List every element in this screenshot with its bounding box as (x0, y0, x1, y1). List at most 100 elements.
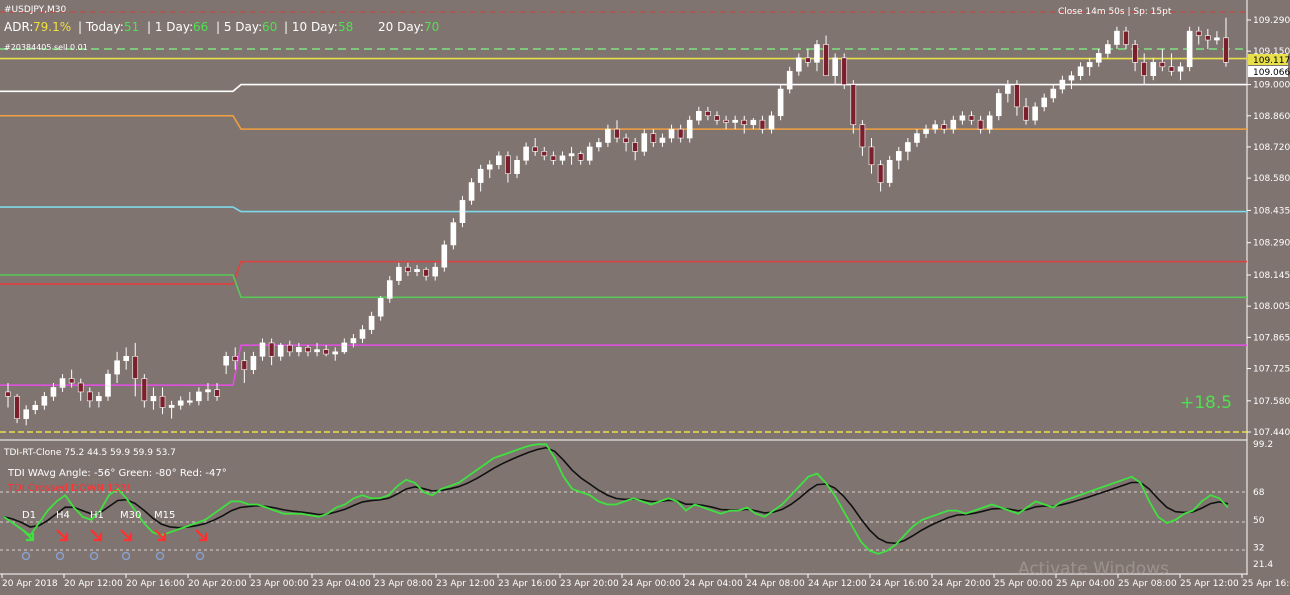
candle-up (1077, 66, 1084, 76)
candle-down (650, 133, 657, 143)
candle-up (350, 338, 357, 344)
candle-down (532, 146, 538, 152)
candle-down (14, 396, 20, 419)
tdi-tick-label: 32 (1253, 544, 1264, 554)
candle-up (341, 342, 348, 353)
timeframe-label: H4 (56, 510, 70, 521)
timeframe-label: M30 (120, 510, 141, 521)
candle-up (223, 355, 229, 366)
candle-up (914, 133, 920, 143)
time-label: 25 Apr 04:00 (1056, 579, 1115, 589)
candle-up (368, 315, 375, 330)
candle-up (314, 349, 320, 353)
candle-up (732, 119, 738, 123)
candle-up (277, 344, 284, 357)
tdi-title: TDI-RT-Clone 75.2 44.5 59.9 59.9 53.7 (3, 448, 176, 458)
candle-down (286, 344, 293, 353)
timeframe-label: H1 (90, 510, 104, 521)
candle-down (577, 153, 584, 161)
candle-down (1168, 66, 1175, 72)
candle-up (1177, 66, 1184, 72)
tdi-tick-label: 21.4 (1253, 560, 1273, 570)
candle-down (941, 124, 948, 130)
candle-up (496, 155, 502, 166)
candle-up (923, 128, 929, 134)
candle-up (696, 111, 702, 121)
time-label: 23 Apr 20:00 (560, 579, 619, 589)
time-label: 25 Apr 08:00 (1118, 579, 1177, 589)
candle-down (132, 355, 139, 379)
candle-up (59, 378, 66, 388)
candle-up (259, 342, 266, 357)
price-tick-label: 108.860 (1253, 112, 1290, 122)
day20-label: 20 Day: (378, 20, 424, 34)
time-label: 23 Apr 04:00 (312, 579, 371, 589)
time-label: 23 Apr 16:00 (498, 579, 557, 589)
candle-up (814, 44, 820, 63)
candle-up (668, 128, 675, 139)
day1-label: | 1 Day: (147, 20, 193, 34)
candle-down (405, 266, 411, 272)
candle-up (659, 137, 666, 143)
tdi-tick-label: 68 (1253, 488, 1265, 498)
candle-down (77, 382, 84, 393)
candle-down (741, 119, 748, 125)
candle-up (205, 389, 211, 393)
candle-up (359, 329, 366, 339)
candle-up (450, 222, 457, 246)
candle-up (441, 244, 448, 268)
candle-down (1141, 62, 1147, 76)
candle-up (523, 146, 529, 161)
time-label: 25 Apr 12:00 (1180, 579, 1239, 589)
time-label: 24 Apr 04:00 (684, 579, 743, 589)
candle-down (141, 378, 148, 402)
price-tick-label: 109.290 (1253, 16, 1290, 26)
price-tick-label: 108.145 (1253, 271, 1290, 281)
candle-down (505, 155, 511, 174)
tdi-cross: TDI Crossed DOWN 123! (7, 483, 130, 494)
candle-up (105, 373, 111, 397)
price-chart[interactable]: 109.290109.150109.000108.860108.720108.5… (0, 0, 1290, 595)
candle-up (795, 57, 802, 72)
tdi-angle: TDI WAvg Angle: -56° Green: -80° Red: -4… (7, 468, 227, 479)
candle-down (68, 378, 75, 384)
candle-up (250, 355, 257, 370)
candle-up (768, 115, 775, 130)
candle-up (832, 57, 838, 76)
candle-up (32, 404, 39, 411)
candle-up (1214, 37, 1220, 41)
candle-up (196, 391, 202, 402)
candle-up (596, 142, 602, 148)
candle-down (614, 128, 620, 139)
today-label: | Today: (78, 20, 124, 34)
candle-down (541, 151, 548, 157)
candle-up (1050, 88, 1057, 99)
candle-up (477, 168, 484, 183)
candle-up (986, 115, 993, 130)
candle-up (1059, 79, 1066, 90)
candle-down (623, 137, 629, 143)
time-label: 24 Apr 00:00 (622, 579, 681, 589)
time-label: 20 Apr 16:00 (126, 579, 185, 589)
bid-tag: 109.117 (1253, 56, 1290, 66)
candle-down (877, 164, 884, 183)
watermark: Activate Windows (1018, 559, 1169, 579)
candle-up (177, 400, 184, 406)
candle-up (586, 146, 593, 161)
candle-up (96, 396, 102, 402)
candle-up (641, 133, 648, 152)
candle-down (1023, 106, 1029, 121)
candle-up (895, 151, 902, 161)
candle-up (459, 200, 466, 223)
day1-value: 66 (193, 20, 208, 34)
time-label: 24 Apr 16:00 (870, 579, 929, 589)
candle-up (1041, 97, 1048, 108)
candle-up (50, 387, 57, 397)
candle-down (677, 128, 684, 139)
candle-down (723, 119, 729, 123)
candle-down (241, 360, 248, 370)
candle-down (868, 146, 875, 166)
day5-value: 60 (262, 20, 277, 34)
candle-up (605, 128, 611, 143)
candle-up (41, 396, 48, 406)
